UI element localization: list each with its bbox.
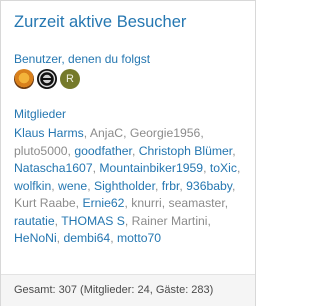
member-link[interactable]: toXic bbox=[210, 161, 237, 175]
member-link[interactable]: wene bbox=[58, 179, 87, 193]
member-link[interactable]: Ernie62 bbox=[82, 196, 124, 210]
member-separator: , bbox=[207, 213, 211, 228]
member-link[interactable]: wolfkin bbox=[14, 179, 51, 193]
member-link[interactable]: Mountainbiker1959 bbox=[99, 161, 203, 175]
member-separator: , bbox=[224, 196, 229, 210]
member-link[interactable]: frbr bbox=[162, 179, 180, 193]
member-link[interactable]: Sightholder bbox=[94, 179, 155, 193]
member-link[interactable]: 936baby bbox=[186, 179, 232, 193]
member-link[interactable]: pluto5000 bbox=[14, 144, 68, 158]
member-link[interactable]: AnjaC bbox=[90, 126, 123, 140]
members-heading[interactable]: Mitglieder bbox=[14, 107, 66, 121]
member-separator: , bbox=[236, 161, 241, 175]
member-link[interactable]: rautatie bbox=[14, 214, 55, 228]
panel-title[interactable]: Zurzeit aktive Besucher bbox=[14, 13, 186, 32]
user-avatar-r[interactable]: R bbox=[60, 69, 80, 89]
visitor-totals: Gesamt: 307 (Mitglieder: 24, Gäste: 283) bbox=[14, 284, 214, 296]
member-separator: , bbox=[200, 126, 204, 140]
member-link[interactable]: Klaus Harms bbox=[14, 126, 84, 140]
members-list: Klaus Harms, AnjaC, Georgie1956, pluto50… bbox=[14, 125, 250, 248]
following-heading: Benutzer, denen du folgst bbox=[14, 52, 151, 66]
member-separator: , bbox=[87, 178, 94, 193]
member-link[interactable]: motto70 bbox=[117, 231, 161, 245]
member-separator: , bbox=[203, 161, 210, 175]
member-separator: , bbox=[131, 143, 139, 158]
member-link[interactable]: Rainer Martini bbox=[132, 214, 208, 228]
member-link[interactable]: Christoph Blümer bbox=[139, 144, 232, 158]
member-separator: , bbox=[161, 196, 169, 210]
member-separator: , bbox=[232, 178, 236, 193]
lion-avatar-icon[interactable] bbox=[14, 69, 34, 89]
member-separator: , bbox=[110, 231, 117, 245]
panel-footer: Gesamt: 307 (Mitglieder: 24, Gäste: 283) bbox=[1, 274, 255, 306]
member-link[interactable]: seamaster bbox=[169, 196, 225, 210]
member-link[interactable]: goodfather bbox=[74, 144, 132, 158]
member-link[interactable]: dembi64 bbox=[63, 231, 110, 245]
member-link[interactable]: THOMAS S bbox=[61, 214, 125, 228]
badge-avatar-icon[interactable] bbox=[37, 69, 57, 89]
member-separator: , bbox=[154, 178, 162, 193]
member-separator: , bbox=[124, 213, 132, 228]
online-users-panel: Zurzeit aktive Besucher Benutzer, denen … bbox=[0, 0, 256, 306]
member-link[interactable]: knurri bbox=[131, 196, 161, 210]
member-separator: , bbox=[123, 126, 130, 140]
member-link[interactable]: Georgie1956 bbox=[130, 126, 200, 140]
member-link[interactable]: HeNoNi bbox=[14, 231, 57, 245]
member-link[interactable]: Kurt Raabe bbox=[14, 196, 76, 210]
member-link[interactable]: Natascha1607 bbox=[14, 161, 93, 175]
member-separator: , bbox=[232, 143, 236, 158]
